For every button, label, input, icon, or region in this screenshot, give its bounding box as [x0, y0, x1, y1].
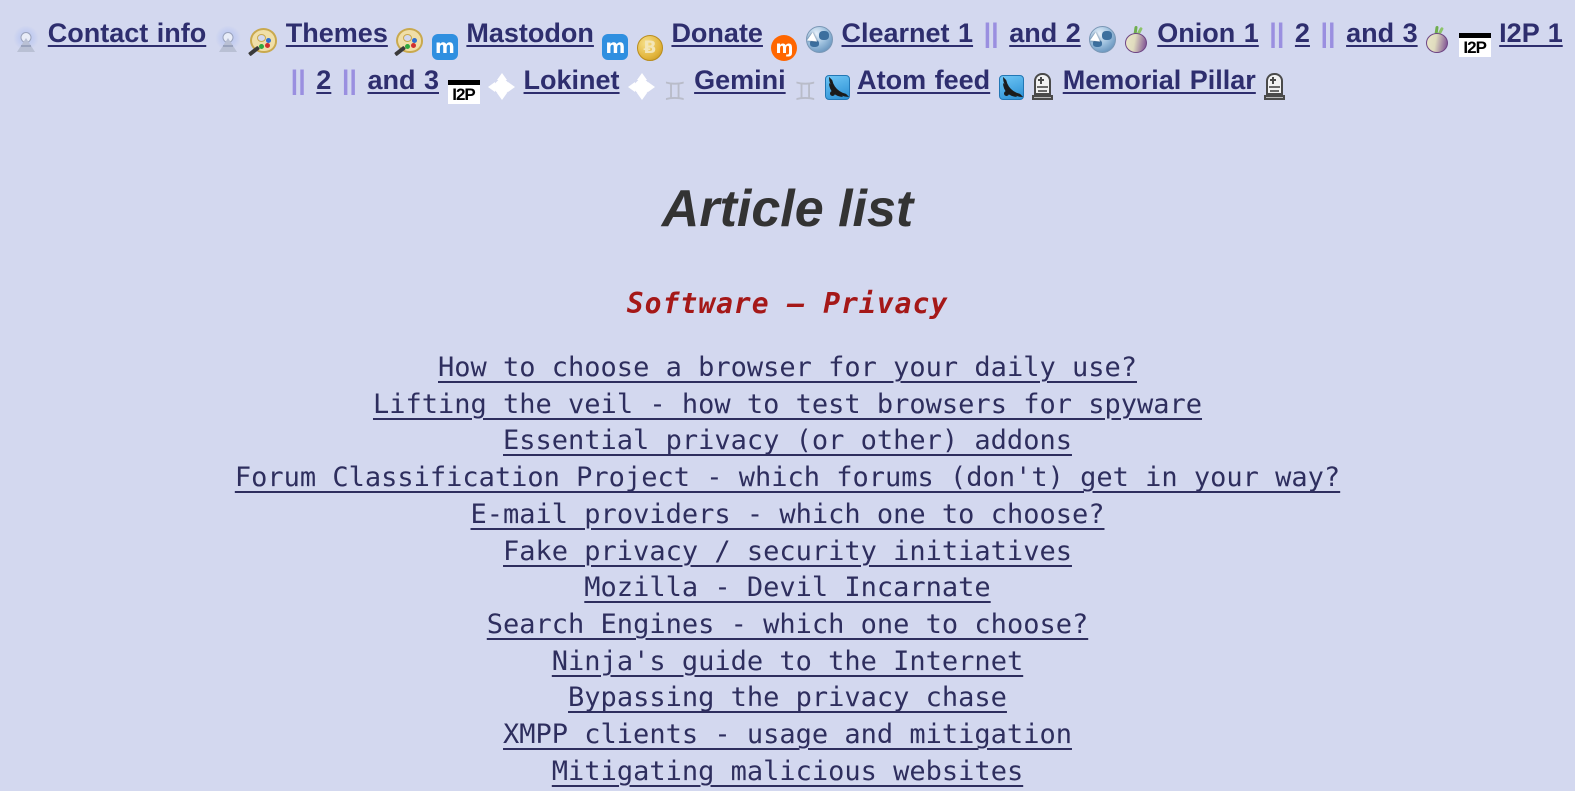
- article-link[interactable]: Bypassing the privacy chase: [568, 680, 1007, 717]
- nav-link-atom-feed[interactable]: Atom feed: [857, 65, 990, 95]
- article-link[interactable]: Ninja's guide to the Internet: [552, 644, 1023, 681]
- article-link[interactable]: Mozilla - Devil Incarnate: [584, 570, 990, 607]
- nav-link-mastodon[interactable]: Mastodon: [466, 18, 594, 48]
- article-list: How to choose a browser for your daily u…: [0, 350, 1575, 791]
- rss-feed-icon: [998, 73, 1024, 100]
- article-list-item: Lifting the veil - how to test browsers …: [0, 387, 1575, 424]
- tombstone-icon: [1264, 73, 1286, 100]
- article-list-item: Forum Classification Project - which for…: [0, 460, 1575, 497]
- article-link[interactable]: E-mail providers - which one to choose?: [471, 497, 1105, 534]
- nav-separator: ||: [1320, 18, 1336, 48]
- article-list-item: Ninja's guide to the Internet: [0, 644, 1575, 681]
- article-list-item: Mozilla - Devil Incarnate: [0, 570, 1575, 607]
- nav-link-onion-1[interactable]: Onion 1: [1157, 18, 1259, 48]
- article-list-item: Bypassing the privacy chase: [0, 680, 1575, 717]
- bitcoin-icon: Ƀ: [636, 26, 663, 61]
- article-list-item: Mitigating malicious websites: [0, 754, 1575, 791]
- nav-link-clearnet-1[interactable]: Clearnet 1: [842, 18, 974, 48]
- i2p-icon: I2P: [1458, 26, 1491, 57]
- palette-icon: [248, 26, 278, 57]
- nav-separator: ||: [983, 18, 999, 48]
- article-list-item: Search Engines - which one to choose?: [0, 607, 1575, 644]
- lokinet-icon: [628, 73, 656, 100]
- onion-icon: [1124, 25, 1149, 53]
- article-link[interactable]: Forum Classification Project - which for…: [235, 460, 1340, 497]
- article-list-item: Fake privacy / security initiatives: [0, 534, 1575, 571]
- nav-link-themes[interactable]: Themes: [286, 18, 388, 48]
- article-list-item: Essential privacy (or other) addons: [0, 423, 1575, 460]
- i2p-icon: I2P: [447, 73, 480, 104]
- globe-cursor-icon: [1089, 26, 1117, 53]
- nav-separator: ||: [341, 65, 357, 95]
- palette-icon: [394, 26, 424, 57]
- nav-link-gemini[interactable]: Gemini: [694, 65, 786, 95]
- lokinet-icon: [488, 73, 516, 100]
- nav-link-memorial-pillar[interactable]: Memorial Pillar: [1063, 65, 1256, 95]
- tombstone-icon: [1032, 73, 1054, 100]
- category-subtitle: Software — Privacy: [626, 287, 949, 320]
- article-link[interactable]: Lifting the veil - how to test browsers …: [373, 387, 1202, 424]
- antenna-tower-icon: [215, 26, 242, 53]
- globe-cursor-icon: [805, 26, 833, 53]
- nav-link-contact-info[interactable]: Contact info: [48, 18, 206, 48]
- article-link[interactable]: Essential privacy (or other) addons: [503, 423, 1072, 460]
- nav-link-clearnet-2[interactable]: and 2: [1009, 18, 1081, 48]
- mastodon-icon: m: [602, 26, 629, 60]
- article-link[interactable]: XMPP clients - usage and mitigation: [503, 717, 1072, 754]
- nav-link-i2p-3[interactable]: and 3: [367, 65, 439, 95]
- page-title: Article list: [661, 180, 914, 238]
- antenna-tower-icon: [12, 26, 39, 53]
- nav-link-onion-3[interactable]: and 3: [1346, 18, 1418, 48]
- mastodon-icon: m: [431, 26, 458, 60]
- article-list-item: E-mail providers - which one to choose?: [0, 497, 1575, 534]
- onion-icon: [1426, 25, 1450, 53]
- article-list-item: How to choose a browser for your daily u…: [0, 350, 1575, 387]
- article-link[interactable]: Search Engines - which one to choose?: [487, 607, 1088, 644]
- top-navigation-bar: Contact info Themes m Mastodon m Ƀ Donat…: [0, 0, 1575, 105]
- nav-link-i2p-1[interactable]: I2P 1: [1499, 18, 1563, 48]
- article-list-item: XMPP clients - usage and mitigation: [0, 717, 1575, 754]
- nav-separator: ||: [1269, 18, 1285, 48]
- rss-feed-icon: [824, 73, 850, 100]
- monero-icon: ɱ: [771, 26, 798, 61]
- nav-link-i2p-2[interactable]: 2: [316, 65, 331, 95]
- nav-separator: ||: [290, 65, 306, 95]
- gemini-icon: ♊: [794, 77, 817, 106]
- article-link[interactable]: Mitigating malicious websites: [552, 754, 1023, 791]
- gemini-icon: ♊: [663, 77, 687, 106]
- nav-link-lokinet[interactable]: Lokinet: [524, 65, 620, 95]
- article-link[interactable]: Fake privacy / security initiatives: [503, 534, 1072, 571]
- article-link[interactable]: How to choose a browser for your daily u…: [438, 350, 1137, 387]
- nav-link-donate[interactable]: Donate: [671, 18, 763, 48]
- nav-link-onion-2[interactable]: 2: [1295, 18, 1310, 48]
